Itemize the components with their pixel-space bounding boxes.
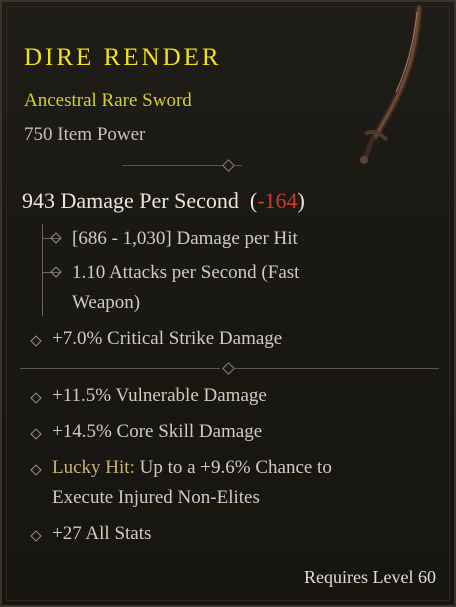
- dps-diff: -164: [257, 188, 298, 213]
- damage-per-hit: [686 - 1,030] Damage per Hit: [72, 228, 298, 249]
- lucky-hit-label: Lucky Hit:: [52, 457, 135, 478]
- item-power: 750 Item Power: [24, 124, 146, 145]
- dps-close: ): [297, 188, 305, 213]
- dps-line: 943 Damage Per Second (-164): [22, 188, 305, 214]
- attacks-per-second: 1.10 Attacks per Second (Fast: [72, 262, 300, 283]
- affix-all-stats: +27 All Stats: [52, 523, 152, 544]
- diamond-bullet-icon: [30, 392, 42, 404]
- section-divider: [20, 368, 220, 369]
- diamond-bullet-icon: [50, 232, 62, 244]
- dps-value: 943 Damage Per Second: [22, 188, 239, 213]
- section-divider: [122, 165, 222, 166]
- level-requirement: Requires Level 60: [304, 567, 436, 587]
- divider-diamond-icon: [222, 362, 235, 375]
- sword-icon: [360, 4, 423, 164]
- diamond-bullet-icon: [30, 530, 42, 542]
- diamond-bullet-icon: [50, 266, 62, 278]
- affix-vulnerable-damage: +11.5% Vulnerable Damage: [52, 385, 267, 406]
- diamond-bullet-icon: [30, 335, 42, 347]
- divider-diamond-icon: [222, 159, 235, 172]
- item-name: DIRE RENDER: [24, 44, 222, 71]
- affix-lucky-hit: Lucky Hit: Up to a +9.6% Chance to: [52, 457, 332, 479]
- lucky-hit-text: Up to a +9.6% Chance to: [134, 457, 332, 478]
- item-type: Ancestral Rare Sword: [24, 90, 192, 111]
- diamond-bullet-icon: [30, 464, 42, 476]
- section-divider: [234, 368, 439, 369]
- affix-lucky-hit-cont: Execute Injured Non-Elites: [52, 487, 260, 508]
- implicit-affix: +7.0% Critical Strike Damage: [52, 328, 283, 349]
- diamond-bullet-icon: [30, 428, 42, 440]
- section-divider: [234, 165, 242, 166]
- item-tooltip: DIRE RENDER Ancestral Rare Sword 750 Ite…: [0, 0, 456, 607]
- affix-core-skill-damage: +14.5% Core Skill Damage: [52, 421, 263, 442]
- attacks-per-second-cont: Weapon): [72, 292, 141, 313]
